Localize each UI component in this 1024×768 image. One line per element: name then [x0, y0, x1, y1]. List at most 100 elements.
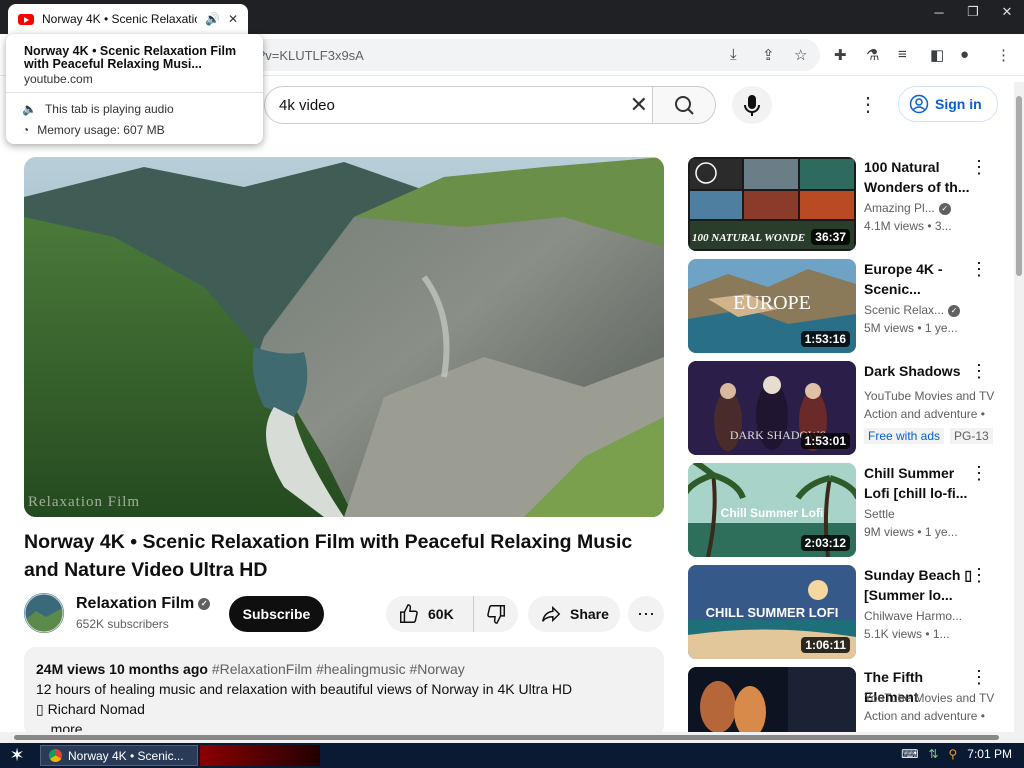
channel-avatar[interactable]: [24, 593, 64, 633]
video-watermark: Relaxation Film: [28, 494, 141, 510]
browser-tab-active[interactable]: Norway 4K • Scenic Relaxation 🔊 ✕: [8, 4, 248, 34]
extensions-icon[interactable]: ✚: [834, 46, 847, 64]
video-thumbnail[interactable]: EUROPE 1:53:16: [688, 259, 856, 353]
recommendation-menu-icon[interactable]: ⋮: [970, 157, 988, 178]
video-duration: 36:37: [811, 229, 850, 245]
recommendation-title[interactable]: Chill Summer Lofi [chill lo-fi...: [864, 463, 976, 503]
verified-check-icon: ✓: [938, 202, 951, 215]
restore-icon[interactable]: ❐: [956, 0, 990, 24]
share-button[interactable]: Share: [528, 596, 620, 632]
description-line: 12 hours of healing music and relaxation…: [36, 681, 573, 697]
taskbar-window-label: Norway 4K • Scenic...: [68, 748, 184, 763]
taskbar-window-button[interactable]: Norway 4K • Scenic...: [40, 745, 198, 766]
thumb-caption: CHILL SUMMER LOFI: [706, 605, 839, 620]
thumb-caption: EUROPE: [733, 292, 811, 314]
search-tray-icon[interactable]: ⚲: [949, 747, 958, 761]
view-count: 24M views: [36, 661, 106, 677]
thumbs-up-icon: [400, 604, 418, 623]
memory-gauge-icon: ◔: [22, 123, 30, 137]
recommendation-item[interactable]: The Fifth Element YouTube Movies and TV …: [688, 667, 1012, 733]
sign-in-label: Sign in: [935, 96, 982, 112]
channel-name-text: Relaxation Film: [76, 595, 195, 612]
recommendation-channel[interactable]: Settle: [864, 507, 895, 521]
video-description[interactable]: 24M views 10 months ago #RelaxationFilm …: [24, 647, 664, 737]
install-app-icon[interactable]: ⤓: [730, 46, 737, 63]
settings-kebab-icon[interactable]: ⋮: [858, 92, 878, 117]
upload-age: 10 months ago: [109, 661, 208, 677]
recommendation-menu-icon[interactable]: ⋮: [970, 463, 988, 484]
url-text: ?v=KLUTLF3x9sA: [258, 47, 364, 63]
channel-avatar-image: [24, 593, 64, 633]
horizontal-scrollbar[interactable]: [0, 732, 1024, 743]
lab-flask-icon[interactable]: ⚗: [866, 46, 879, 64]
like-button[interactable]: 60K: [386, 596, 474, 632]
search-query-text: 4k video: [279, 96, 335, 114]
search-button[interactable]: [652, 86, 716, 124]
recommendation-badges: Free with ads PG-13: [864, 427, 993, 445]
recommendation-menu-icon[interactable]: ⋮: [970, 361, 988, 382]
video-thumbnail[interactable]: 100 NATURAL WONDE 36:37: [688, 157, 856, 251]
verified-check-icon: ✓: [198, 597, 211, 610]
vertical-scrollbar[interactable]: [1014, 82, 1024, 732]
close-tab-icon[interactable]: ✕: [228, 12, 238, 26]
sign-in-button[interactable]: Sign in: [898, 86, 998, 122]
keyboard-icon[interactable]: ⌨: [901, 747, 918, 761]
hover-card-divider: [6, 92, 263, 93]
browser-menu-icon[interactable]: ⋮: [996, 46, 1011, 64]
speaker-icon[interactable]: 🔊: [205, 12, 220, 26]
recommendation-meta: 9M views • 1 ye...: [864, 525, 958, 539]
minimize-icon[interactable]: ─: [922, 0, 956, 24]
recommendation-title[interactable]: Dark Shadows: [864, 361, 976, 381]
clock[interactable]: 7:01 PM: [967, 747, 1012, 761]
recommendation-title[interactable]: Sunday Beach ▯ [Summer lo...: [864, 565, 976, 605]
recommendation-menu-icon[interactable]: ⋮: [970, 259, 988, 280]
bookmark-star-icon[interactable]: ☆: [794, 46, 807, 64]
recommendation-item[interactable]: 100 NATURAL WONDE 36:37 100 Natural Wond…: [688, 157, 1012, 251]
recommendation-channel[interactable]: YouTube Movies and TV: [864, 389, 994, 403]
recommendation-item[interactable]: Chill Summer Lofi 2:03:12 Chill Summer L…: [688, 463, 1012, 557]
recommendation-item[interactable]: DARK SHADOWS 1:53:01 Dark Shadows YouTub…: [688, 361, 1012, 455]
video-thumbnail[interactable]: DARK SHADOWS 1:53:01: [688, 361, 856, 455]
thumb-caption: 100 NATURAL WONDE: [692, 232, 805, 244]
start-menu-icon[interactable]: ✶: [0, 743, 34, 768]
recommendation-channel[interactable]: YouTube Movies and TV: [864, 691, 994, 705]
clear-search-icon[interactable]: ✕: [630, 92, 648, 118]
more-actions-button[interactable]: ⋯: [628, 596, 664, 632]
subscribe-button[interactable]: Subscribe: [229, 596, 324, 632]
recommendation-title[interactable]: 100 Natural Wonders of th...: [864, 157, 976, 197]
recommendation-item[interactable]: CHILL SUMMER LOFI 1:06:11 Sunday Beach ▯…: [688, 565, 1012, 659]
recommendation-menu-icon[interactable]: ⋮: [970, 565, 988, 586]
microphone-icon: [744, 95, 760, 116]
recommendation-channel[interactable]: Scenic Relax... ✓: [864, 303, 961, 317]
recommendation-channel[interactable]: Amazing Pl... ✓: [864, 201, 951, 215]
recommendation-meta: Action and adventure •: [864, 407, 985, 421]
share-page-icon[interactable]: ⇪: [762, 46, 775, 64]
hover-card-domain: youtube.com: [24, 72, 93, 86]
recommendation-channel-text: Scenic Relax...: [864, 303, 945, 317]
recommendation-channel-text: Amazing Pl...: [864, 201, 935, 215]
dislike-button[interactable]: [474, 603, 518, 625]
audio-status-text: This tab is playing audio: [44, 102, 174, 116]
hashtags[interactable]: #RelaxationFilm #healingmusic #Norway: [212, 661, 465, 677]
recommendation-channel[interactable]: Chilwave Harmo...: [864, 609, 962, 623]
close-window-icon[interactable]: ✕: [990, 0, 1024, 24]
side-panel-icon[interactable]: ◧: [930, 46, 944, 64]
horizontal-scroll-thumb[interactable]: [14, 735, 999, 740]
video-player[interactable]: Relaxation Film: [24, 157, 664, 517]
voice-search-button[interactable]: [732, 86, 772, 124]
video-duration: 2:03:12: [800, 535, 850, 551]
video-thumbnail[interactable]: [688, 667, 856, 733]
recommendation-item[interactable]: EUROPE 1:53:16 Europe 4K - Scenic... Sce…: [688, 259, 1012, 353]
media-queue-icon[interactable]: ≡: [898, 46, 907, 63]
verified-check-icon: ✓: [948, 304, 961, 317]
vertical-scroll-thumb[interactable]: [1016, 96, 1022, 276]
account-circle-icon: [909, 94, 929, 114]
video-thumbnail[interactable]: Chill Summer Lofi 2:03:12: [688, 463, 856, 557]
channel-name[interactable]: Relaxation Film ✓: [76, 595, 211, 613]
recommendation-title[interactable]: Europe 4K - Scenic...: [864, 259, 976, 299]
video-thumbnail[interactable]: CHILL SUMMER LOFI 1:06:11: [688, 565, 856, 659]
recommendation-menu-icon[interactable]: ⋮: [970, 667, 988, 688]
profile-avatar-icon[interactable]: ●: [960, 46, 969, 63]
search-input[interactable]: 4k video ✕: [264, 86, 652, 124]
network-icon[interactable]: ⇅: [928, 747, 938, 761]
